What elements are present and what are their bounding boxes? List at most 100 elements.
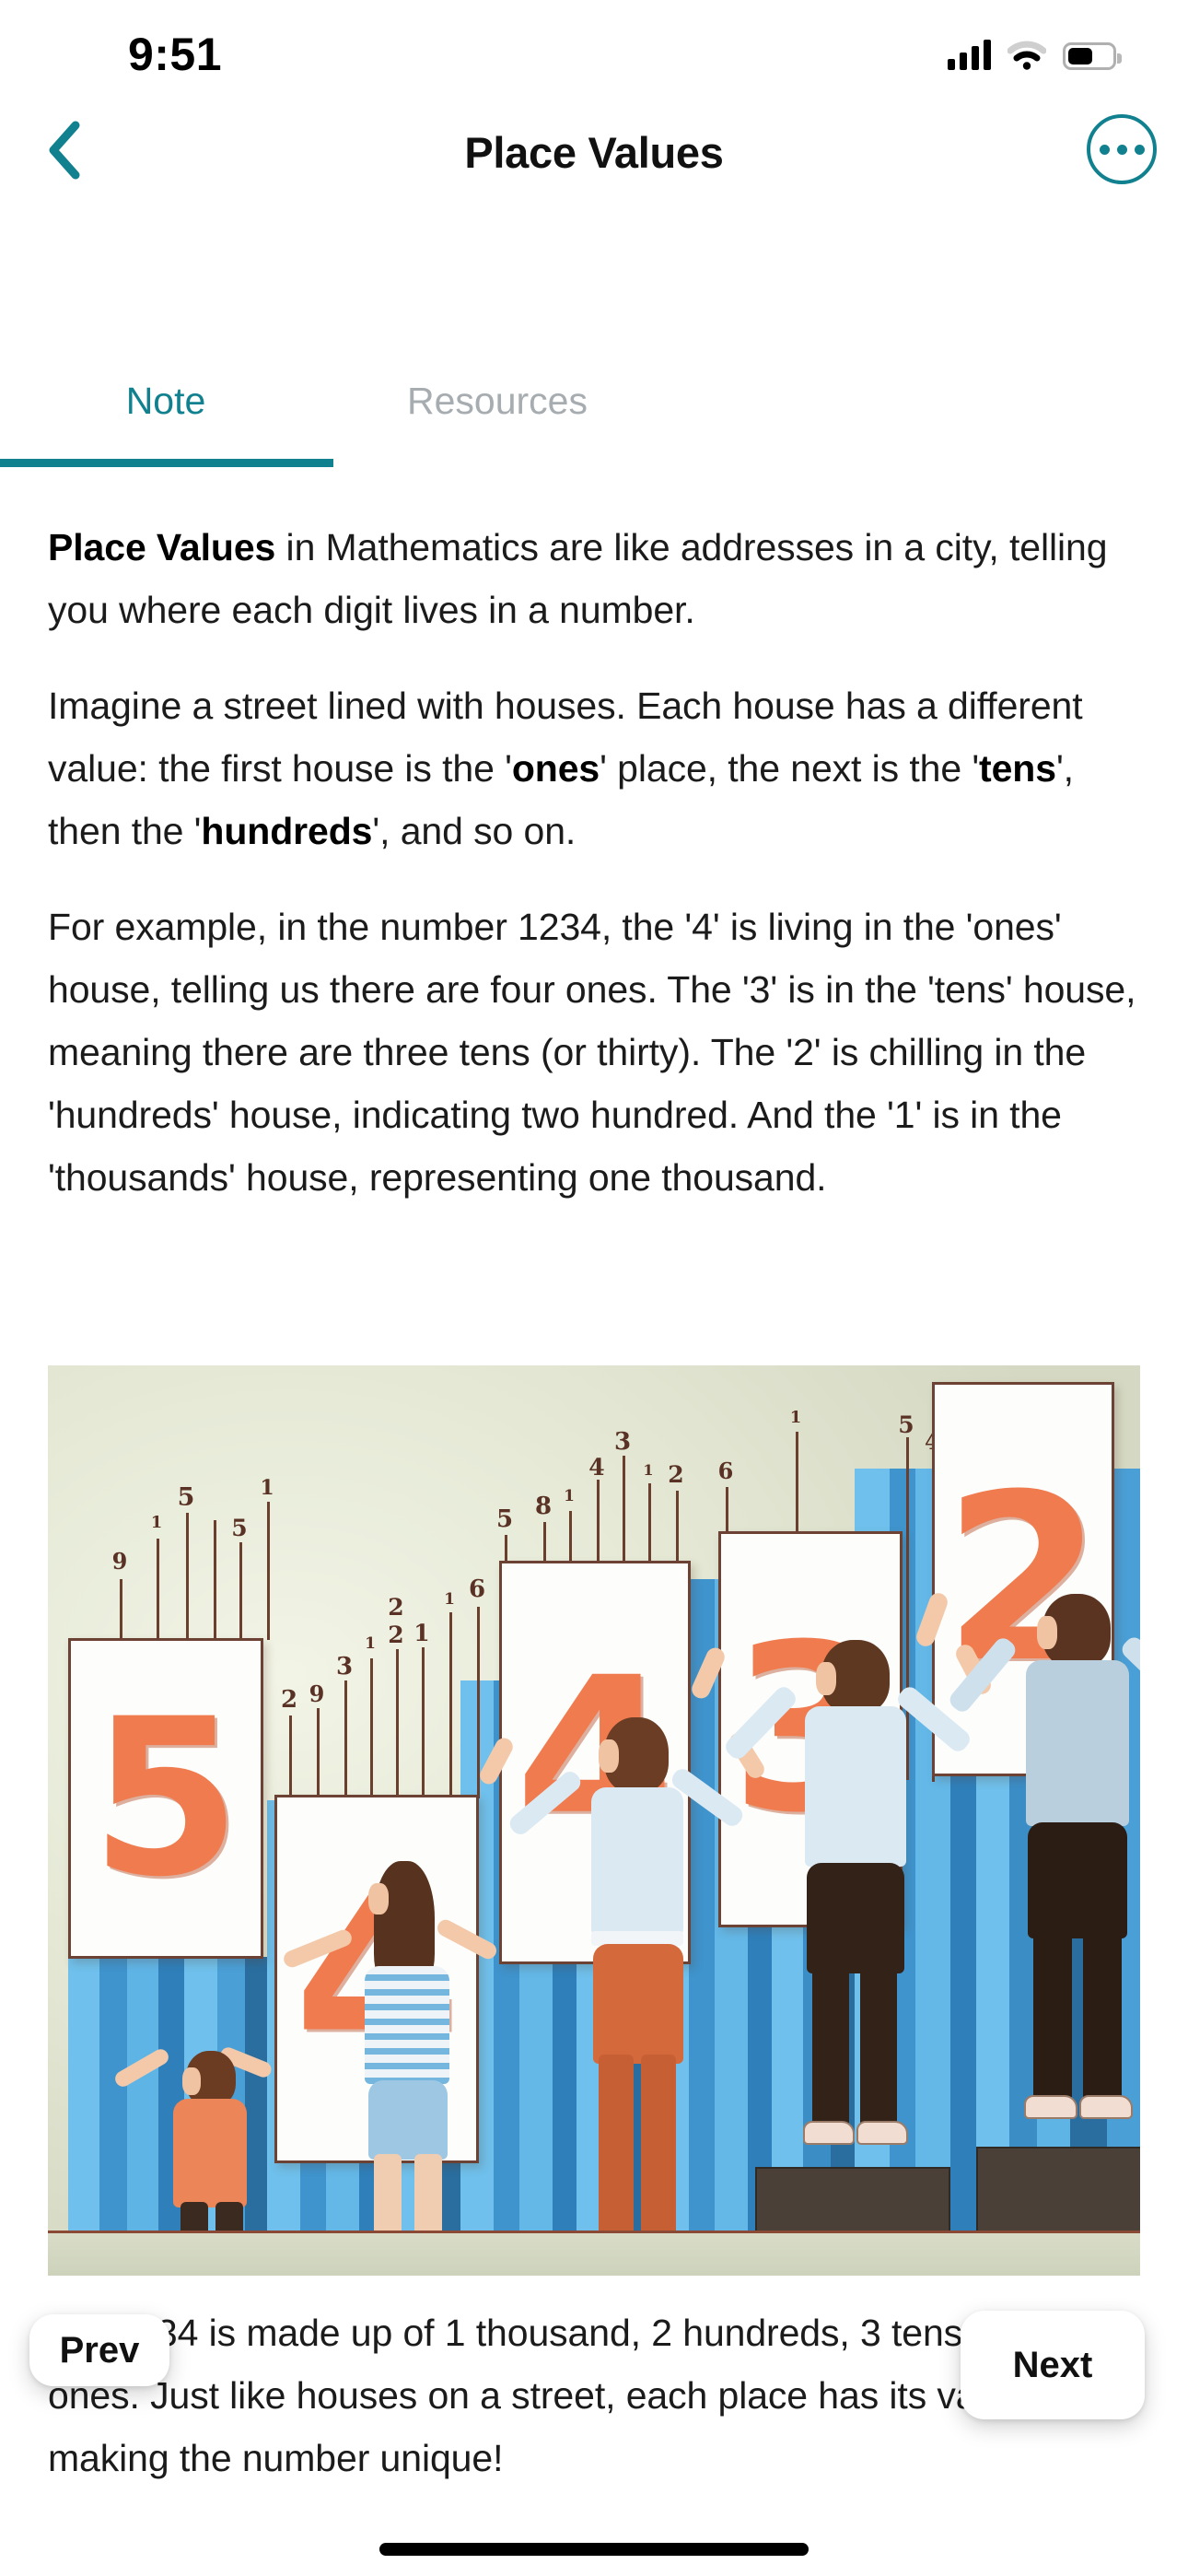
stem-label: 4: [588, 1454, 605, 1481]
cellular-signal-icon: [948, 39, 991, 70]
prev-button[interactable]: Prev: [29, 2314, 169, 2386]
stem-line: [597, 1480, 600, 1564]
stem-label: 1: [643, 1461, 654, 1479]
note-content: Place Values in Mathematics are like add…: [0, 516, 1188, 1209]
stem-line: [648, 1483, 651, 1564]
more-options-button[interactable]: [1087, 114, 1157, 184]
tab-active-indicator: [0, 459, 333, 467]
stem-label: 9: [111, 1548, 128, 1575]
leg: [860, 1964, 897, 2126]
shoe: [856, 2121, 908, 2145]
note-paragraph-1: Place Values in Mathematics are like add…: [0, 516, 1188, 641]
note-p2-bold-hundreds: hundreds: [201, 810, 373, 852]
torso: [173, 2099, 247, 2207]
hips: [593, 1944, 683, 2064]
stem-line: [344, 1680, 347, 1798]
status-bar-indicators: [948, 33, 1122, 70]
stem-line: [239, 1542, 242, 1640]
stem-label: 2: [388, 1594, 404, 1621]
stem-line: [449, 1612, 452, 1798]
stem-line: [796, 1432, 798, 1537]
person-figure: [281, 1852, 500, 2276]
bar-column: [99, 1957, 127, 2233]
note-paragraph-2: Imagine a street lined with houses. Each…: [0, 674, 1188, 862]
face: [599, 1739, 619, 1773]
leg: [1083, 1929, 1122, 2101]
home-indicator[interactable]: [379, 2543, 809, 2556]
stem-label: 1: [564, 1487, 575, 1505]
person-figure: [914, 1590, 1140, 2147]
stem-label: 8: [534, 1493, 553, 1520]
next-button[interactable]: Next: [961, 2311, 1145, 2419]
face: [368, 1883, 389, 1914]
stem-label: 3: [335, 1653, 354, 1680]
floor: [48, 2233, 1140, 2276]
stem-label: 2: [280, 1686, 298, 1714]
note-p2-text-b: ' place, the next is the ': [600, 747, 980, 790]
torso: [1026, 1660, 1129, 1826]
stem-line: [543, 1522, 546, 1564]
stem-line: [214, 1520, 216, 1640]
stem-label: 5: [495, 1505, 514, 1533]
stem-label: 1: [789, 1408, 802, 1427]
stem-label: 1: [444, 1590, 455, 1609]
stem-label: 1: [413, 1620, 430, 1646]
leg: [641, 2055, 676, 2239]
stem-label: 1: [365, 1634, 376, 1653]
leg: [1033, 1929, 1072, 2101]
status-bar-time: 9:51: [127, 29, 223, 80]
stem-line: [289, 1715, 292, 1798]
status-bar: 9:51: [0, 0, 1188, 100]
stem-line: [370, 1658, 373, 1798]
note-p2-bold-ones: ones: [511, 747, 600, 790]
wifi-icon: [1007, 41, 1047, 70]
torso: [591, 1787, 683, 1935]
stem-line: [676, 1491, 679, 1564]
tab-note[interactable]: Note: [0, 350, 332, 451]
hips: [368, 2080, 448, 2160]
stem-label: 9: [309, 1680, 325, 1707]
stem-label: 6: [468, 1575, 486, 1603]
stem-label: 5: [898, 1411, 914, 1438]
stem-label: 2: [388, 1622, 404, 1648]
stem-label: 2: [668, 1461, 684, 1488]
tab-resources[interactable]: Resources: [332, 350, 663, 451]
shoe: [803, 2121, 855, 2145]
stem-line: [120, 1579, 122, 1640]
hips: [1028, 1822, 1127, 1938]
leg: [599, 2055, 634, 2239]
tab-bar: Note Resources: [0, 350, 1188, 486]
page-title: Place Values: [464, 128, 724, 177]
stem-label: 5: [177, 1483, 195, 1512]
note-p1-bold: Place Values: [48, 526, 276, 568]
stem-line: [157, 1539, 159, 1640]
stem-line: [267, 1502, 270, 1640]
torso: [805, 1706, 906, 1867]
battery-icon: [1063, 42, 1122, 70]
stem-line: [422, 1647, 425, 1798]
stem-label: 6: [717, 1458, 734, 1484]
number-card-digit: 5: [90, 1672, 241, 1925]
shoe: [1079, 2095, 1133, 2119]
leg: [812, 1964, 849, 2126]
navigation-bar: Place Values: [0, 100, 1188, 203]
face: [816, 1662, 836, 1695]
stem-label: 3: [613, 1428, 632, 1456]
bar-column: [68, 1957, 99, 2233]
shoe: [1024, 2095, 1077, 2119]
stem-line: [569, 1511, 572, 1564]
hips: [807, 1863, 904, 1973]
stem-line: [726, 1487, 728, 1537]
stem-line: [317, 1708, 320, 1798]
number-card: 5: [68, 1638, 263, 1959]
person-figure: [476, 1714, 768, 2276]
note-illustration: 9 1 5 5 1 2 9 3 1 2 2 1 1 6 5 8 1 4 3 1 …: [48, 1365, 1140, 2276]
face: [1037, 1616, 1057, 1649]
stem-label: 1: [150, 1513, 163, 1532]
torso: [365, 1966, 449, 2084]
note-p2-bold-tens: tens: [979, 747, 1056, 790]
stem-label: 5: [231, 1515, 248, 1541]
face: [182, 2067, 201, 2095]
ellipsis-icon: [1099, 144, 1145, 155]
note-p2-text-d: ', and so on.: [372, 810, 577, 852]
